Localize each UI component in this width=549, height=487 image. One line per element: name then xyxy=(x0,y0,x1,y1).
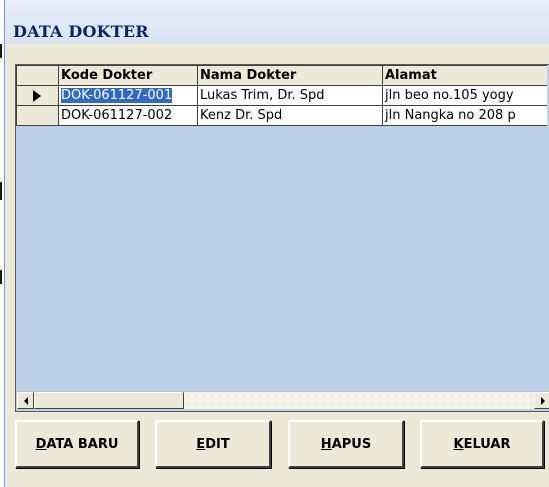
table-row[interactable]: DOK-061127-001 Lukas Trim, Dr. Spd jln b… xyxy=(16,85,547,106)
button-label: ELUAR xyxy=(463,436,511,452)
cell-kode-dokter[interactable]: DOK-061127-002 xyxy=(58,105,198,126)
grid-header-row: Kode Dokter Nama Dokter Alamat xyxy=(16,65,547,86)
column-header-kode-dokter[interactable]: Kode Dokter xyxy=(58,65,198,86)
arrow-right-icon xyxy=(540,396,545,405)
cell-kode-dokter[interactable]: DOK-061127-001 xyxy=(58,85,198,106)
column-header-alamat[interactable]: Alamat xyxy=(382,65,547,86)
button-label: APUS xyxy=(331,436,372,452)
mnemonic-letter: K xyxy=(453,436,464,452)
cell-alamat[interactable]: jln Nangka no 208 p xyxy=(382,105,547,126)
left-edge-mark xyxy=(0,44,2,58)
cell-alamat[interactable]: jln beo no.105 yogy xyxy=(382,85,547,106)
data-grid[interactable]: Kode Dokter Nama Dokter Alamat DOK-06112… xyxy=(15,64,549,412)
selected-cell-text: DOK-061127-001 xyxy=(61,88,173,103)
arrow-left-icon xyxy=(23,396,28,405)
horizontal-scrollbar[interactable] xyxy=(17,391,549,409)
cell-nama-dokter[interactable]: Lukas Trim, Dr. Spd xyxy=(197,85,383,106)
data-baru-button[interactable]: D ATA BARU xyxy=(15,420,139,468)
edit-button[interactable]: E DIT xyxy=(155,420,271,468)
column-header-nama-dokter[interactable]: Nama Dokter xyxy=(197,65,383,86)
scroll-right-button[interactable] xyxy=(534,392,549,409)
hapus-button[interactable]: H APUS xyxy=(288,420,404,468)
keluar-button[interactable]: K ELUAR xyxy=(420,420,544,468)
row-selector[interactable] xyxy=(16,105,59,126)
button-label: ATA BARU xyxy=(46,436,119,452)
mnemonic-letter: D xyxy=(35,436,47,452)
grid-corner-header[interactable] xyxy=(16,65,59,86)
left-edge-mark xyxy=(0,182,2,200)
cell-nama-dokter[interactable]: Kenz Dr. Spd xyxy=(197,105,383,126)
title-bar: DATA DOKTER xyxy=(5,0,549,44)
scrollbar-thumb[interactable] xyxy=(34,392,184,409)
mnemonic-letter: E xyxy=(196,436,206,452)
row-selector[interactable] xyxy=(16,85,59,106)
window-title: DATA DOKTER xyxy=(13,22,149,41)
table-row[interactable]: DOK-061127-002 Kenz Dr. Spd jln Nangka n… xyxy=(16,105,547,126)
data-grid-table: Kode Dokter Nama Dokter Alamat DOK-06112… xyxy=(16,65,547,126)
left-edge-mark xyxy=(0,270,2,284)
mnemonic-letter: H xyxy=(320,436,332,452)
button-label: DIT xyxy=(205,436,230,452)
current-row-arrow-icon xyxy=(33,89,41,102)
data-dokter-window: DATA DOKTER Kode Dokter Nama Dokter Alam… xyxy=(4,0,549,487)
scroll-left-button[interactable] xyxy=(17,392,34,409)
